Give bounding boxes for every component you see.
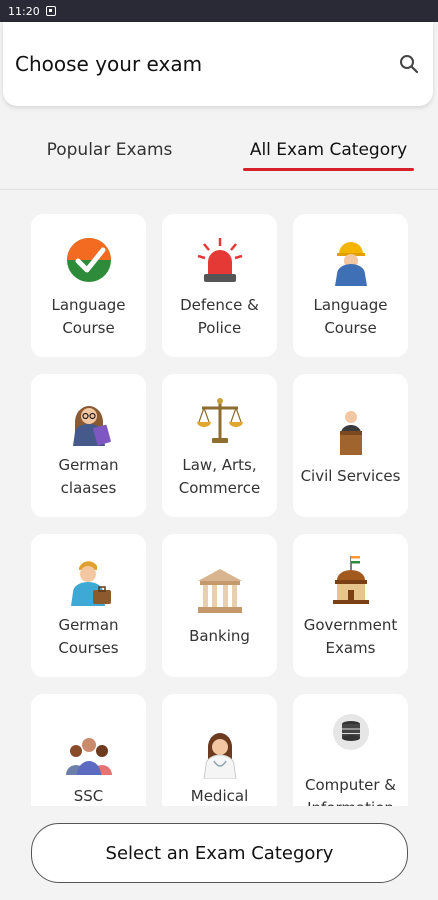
category-card[interactable]: Government Exams: [293, 534, 408, 677]
category-label: Law, Arts, Commerce: [178, 455, 261, 497]
category-label: Language Course: [313, 295, 388, 337]
speaker-podium-icon: [339, 411, 362, 455]
tab-bar: Popular Exams All Exam Category: [0, 110, 438, 190]
category-label: Language Course: [51, 295, 126, 337]
category-label: SSC: [73, 787, 104, 805]
category-card[interactable]: Banking: [162, 534, 277, 677]
tab-all-exam-category[interactable]: All Exam Category: [219, 110, 438, 189]
bottom-bar: Select an Exam Category: [0, 806, 438, 900]
checkmark-badge-icon: [66, 237, 111, 282]
category-card[interactable]: Computer & Information: [293, 694, 408, 806]
category-label: Government Exams: [303, 615, 398, 657]
category-card[interactable]: Language Course: [31, 214, 146, 357]
category-card[interactable]: German Courses: [31, 534, 146, 677]
category-label: Banking: [189, 627, 250, 645]
bank-icon: [197, 569, 242, 613]
tab-popular-exams[interactable]: Popular Exams: [0, 110, 219, 189]
search-icon[interactable]: [397, 52, 421, 76]
worker-icon: [334, 241, 367, 286]
select-exam-category-button[interactable]: Select an Exam Category: [31, 823, 408, 883]
category-label: Computer & Information: [304, 775, 397, 807]
doctor-icon: [202, 733, 237, 779]
category-card[interactable]: Language Course: [293, 214, 408, 357]
government-building-icon: [332, 555, 369, 604]
category-label: Civil Services: [300, 467, 401, 485]
category-card[interactable]: Defence & Police: [162, 214, 277, 357]
siren-icon: [197, 237, 242, 282]
category-card[interactable]: Medical: [162, 694, 277, 806]
screen: 11:20 Choose your exam Popular Exams All…: [0, 0, 438, 900]
category-label: German claases: [58, 455, 119, 497]
notification-icon: [45, 6, 56, 16]
scales-icon: [196, 397, 243, 443]
category-card[interactable]: Law, Arts, Commerce: [162, 374, 277, 517]
status-time: 11:20: [8, 4, 40, 18]
category-card[interactable]: Civil Services: [293, 374, 408, 517]
header: Choose your exam: [3, 22, 433, 106]
teacher-icon: [72, 405, 111, 446]
category-grid: Language Course Defence & Police Languag…: [31, 214, 408, 806]
status-bar: 11:20: [0, 0, 438, 22]
category-label: German Courses: [58, 615, 119, 657]
category-label: Defence & Police: [180, 295, 259, 337]
database-icon: [332, 713, 369, 750]
businessman-icon: [70, 560, 111, 606]
category-card[interactable]: SSC: [31, 694, 146, 806]
category-label: Medical: [190, 787, 249, 805]
page-title: Choose your exam: [15, 52, 203, 76]
category-card[interactable]: German claases: [31, 374, 146, 517]
group-icon: [65, 738, 112, 775]
